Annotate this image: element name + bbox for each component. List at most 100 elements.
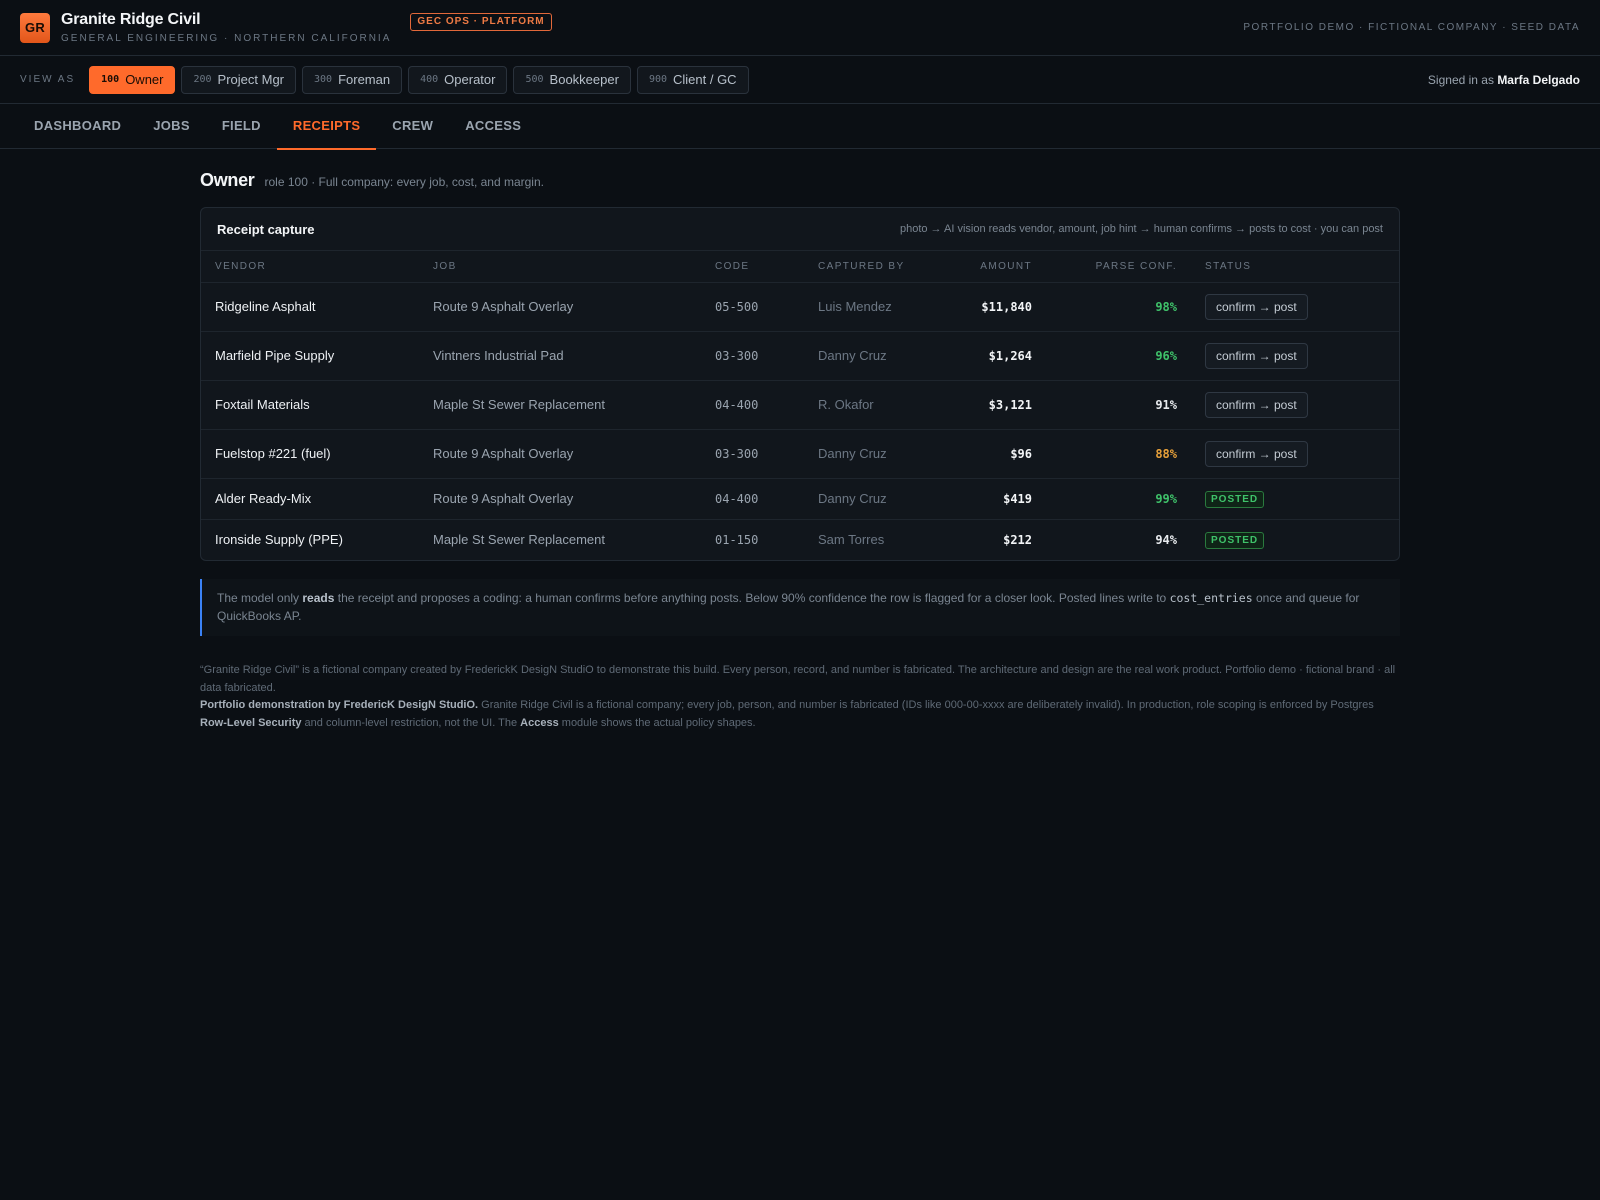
signed-in-status: Signed in as Marfa Delgado — [1428, 73, 1580, 87]
confirm-post-button[interactable]: confirm → post — [1205, 293, 1308, 320]
job-cell: Route 9 Asphalt Overlay — [419, 429, 701, 479]
tab-receipts[interactable]: RECEIPTS — [276, 104, 377, 150]
cost-code-cell: 04-400 — [701, 478, 804, 520]
tab-crew[interactable]: CREW — [376, 104, 449, 149]
amount-cell: $96 — [966, 429, 1046, 479]
parse-confidence-cell: 96% — [1046, 331, 1191, 381]
tab-access[interactable]: ACCESS — [449, 104, 537, 149]
brand-subtitle: GENERAL ENGINEERING · NORTHERN CALIFORNI… — [61, 32, 392, 44]
page-title: Owner — [200, 170, 255, 190]
posted-status-badge: POSTED — [1205, 531, 1265, 549]
captured-by-cell: Danny Cruz — [804, 331, 966, 381]
footer-portfolio-note: Portfolio demonstration by FredericK Des… — [200, 697, 1400, 732]
role-button-bookkeeper[interactable]: 500 Bookkeeper — [513, 65, 631, 94]
receipts-table: VENDOR JOB CODE CAPTURED BY AMOUNT PARSE… — [201, 251, 1399, 560]
demo-notice: PORTFOLIO DEMO · FICTIONAL COMPANY · SEE… — [1243, 22, 1580, 33]
role-label: Project Mgr — [217, 72, 285, 87]
role-label: Foreman — [338, 72, 391, 87]
main-content: Owner role 100 · Full company: every job… — [200, 170, 1400, 732]
role-label: Client / GC — [673, 72, 737, 87]
role-button-owner[interactable]: 100 Owner — [89, 65, 176, 94]
role-button-project-mgr[interactable]: 200 Project Mgr — [181, 65, 297, 94]
role-code: 900 — [648, 74, 667, 85]
role-header: Owner role 100 · Full company: every job… — [200, 170, 1400, 191]
tab-jobs[interactable]: JOBS — [137, 104, 206, 149]
view-as-bar: VIEW AS 100 Owner 200 Project Mgr 300 Fo… — [0, 56, 1600, 104]
ai-review-callout: The model only reads the receipt and pro… — [200, 579, 1400, 636]
role-button-foreman[interactable]: 300 Foreman — [302, 65, 403, 94]
captured-by-cell: Luis Mendez — [804, 282, 966, 332]
table-row[interactable]: Ironside Supply (PPE) Maple St Sewer Rep… — [201, 519, 1399, 560]
role-code: 100 — [101, 74, 120, 85]
table-row[interactable]: Foxtail Materials Maple St Sewer Replace… — [201, 380, 1399, 430]
status-cell: confirm → post — [1191, 429, 1399, 479]
table-row[interactable]: Ridgeline Asphalt Route 9 Asphalt Overla… — [201, 282, 1399, 332]
status-cell: POSTED — [1191, 519, 1399, 560]
callout-table-name: cost_entries — [1169, 591, 1253, 605]
table-row[interactable]: Marfield Pipe Supply Vintners Industrial… — [201, 331, 1399, 381]
role-button-client-gc[interactable]: 900 Client / GC — [636, 65, 749, 94]
column-header-vendor[interactable]: VENDOR — [201, 251, 419, 283]
receipt-capture-card: Receipt capture photo → AI vision reads … — [200, 207, 1400, 561]
job-cell: Maple St Sewer Replacement — [419, 380, 701, 430]
parse-confidence-cell: 91% — [1046, 380, 1191, 430]
pipeline-note: photo → AI vision reads vendor, amount, … — [899, 223, 1383, 235]
role-code: 200 — [193, 74, 212, 85]
footer-text: module shows the actual policy shapes. — [558, 716, 756, 729]
column-header-amount[interactable]: AMOUNT — [966, 251, 1046, 283]
view-as-label: VIEW AS — [20, 74, 76, 85]
footer-disclaimer: “Granite Ridge Civil” is a fictional com… — [200, 664, 1396, 694]
captured-by-cell: R. Okafor — [804, 380, 966, 430]
parse-confidence-cell: 94% — [1155, 532, 1177, 547]
page-footer: “Granite Ridge Civil” is a fictional com… — [200, 662, 1400, 732]
footer-emphasis: Portfolio demonstration by FredericK Des… — [200, 699, 479, 711]
column-header-job[interactable]: JOB — [419, 251, 701, 283]
job-cell: Route 9 Asphalt Overlay — [419, 478, 701, 520]
table-row[interactable]: Alder Ready-Mix Route 9 Asphalt Overlay … — [201, 478, 1399, 520]
platform-badge: GEC OPS · PLATFORM — [410, 12, 552, 31]
confirm-post-button[interactable]: confirm → post — [1205, 440, 1308, 467]
parse-confidence-cell: 88% — [1046, 429, 1191, 479]
footer-emphasis: Row-Level Security — [200, 716, 302, 729]
role-description: role 100 · Full company: every job, cost… — [264, 175, 544, 189]
vendor-cell: Fuelstop #221 (fuel) — [201, 429, 419, 479]
role-code: 500 — [525, 74, 544, 85]
cost-code-cell: 03-300 — [701, 331, 804, 381]
captured-by-cell: Danny Cruz — [804, 478, 966, 520]
tab-dashboard[interactable]: DASHBOARD — [18, 104, 137, 149]
job-cell: Maple St Sewer Replacement — [433, 532, 605, 548]
confirm-post-button[interactable]: confirm → post — [1205, 391, 1308, 418]
parse-confidence-cell: 99% — [1046, 478, 1191, 520]
role-code: 300 — [314, 74, 333, 85]
vendor-cell: Marfield Pipe Supply — [201, 331, 419, 381]
footer-text: Granite Ridge Civil is a fictional compa… — [478, 699, 1374, 711]
status-cell: confirm → post — [1191, 282, 1399, 332]
confirm-post-button[interactable]: confirm → post — [1205, 342, 1308, 369]
amount-cell: $11,840 — [966, 282, 1046, 332]
parse-confidence-cell: 98% — [1046, 282, 1191, 332]
vendor-cell: Alder Ready-Mix — [201, 478, 419, 520]
role-code: 400 — [420, 74, 439, 85]
card-header: Receipt capture photo → AI vision reads … — [201, 208, 1399, 251]
signed-in-prefix: Signed in as — [1427, 73, 1494, 87]
column-header-parse-conf[interactable]: PARSE CONF. — [1046, 251, 1191, 283]
table-row[interactable]: Fuelstop #221 (fuel) Route 9 Asphalt Ove… — [201, 429, 1399, 479]
status-cell: POSTED — [1191, 478, 1399, 520]
cost-code-cell: 05-500 — [701, 282, 804, 332]
column-header-status[interactable]: STATUS — [1191, 251, 1399, 283]
top-bar: GR Granite Ridge Civil GENERAL ENGINEERI… — [0, 0, 1600, 56]
amount-cell: $419 — [966, 478, 1046, 520]
column-header-code[interactable]: CODE — [701, 251, 804, 283]
tab-field[interactable]: FIELD — [206, 104, 277, 149]
vendor-cell: Ironside Supply (PPE) — [215, 532, 343, 548]
footer-text: and column-level restriction, not the UI… — [301, 716, 521, 729]
amount-cell: $1,264 — [966, 331, 1046, 381]
job-cell: Vintners Industrial Pad — [419, 331, 701, 381]
brand-block: Granite Ridge Civil GENERAL ENGINEERING … — [61, 11, 391, 45]
cost-code-cell: 03-300 — [701, 429, 804, 479]
table-header-row: VENDOR JOB CODE CAPTURED BY AMOUNT PARSE… — [201, 251, 1399, 283]
column-header-captured-by[interactable]: CAPTURED BY — [804, 251, 966, 283]
vendor-cell: Ridgeline Asphalt — [201, 282, 419, 332]
role-label: Owner — [125, 72, 164, 87]
role-button-operator[interactable]: 400 Operator — [408, 65, 508, 94]
